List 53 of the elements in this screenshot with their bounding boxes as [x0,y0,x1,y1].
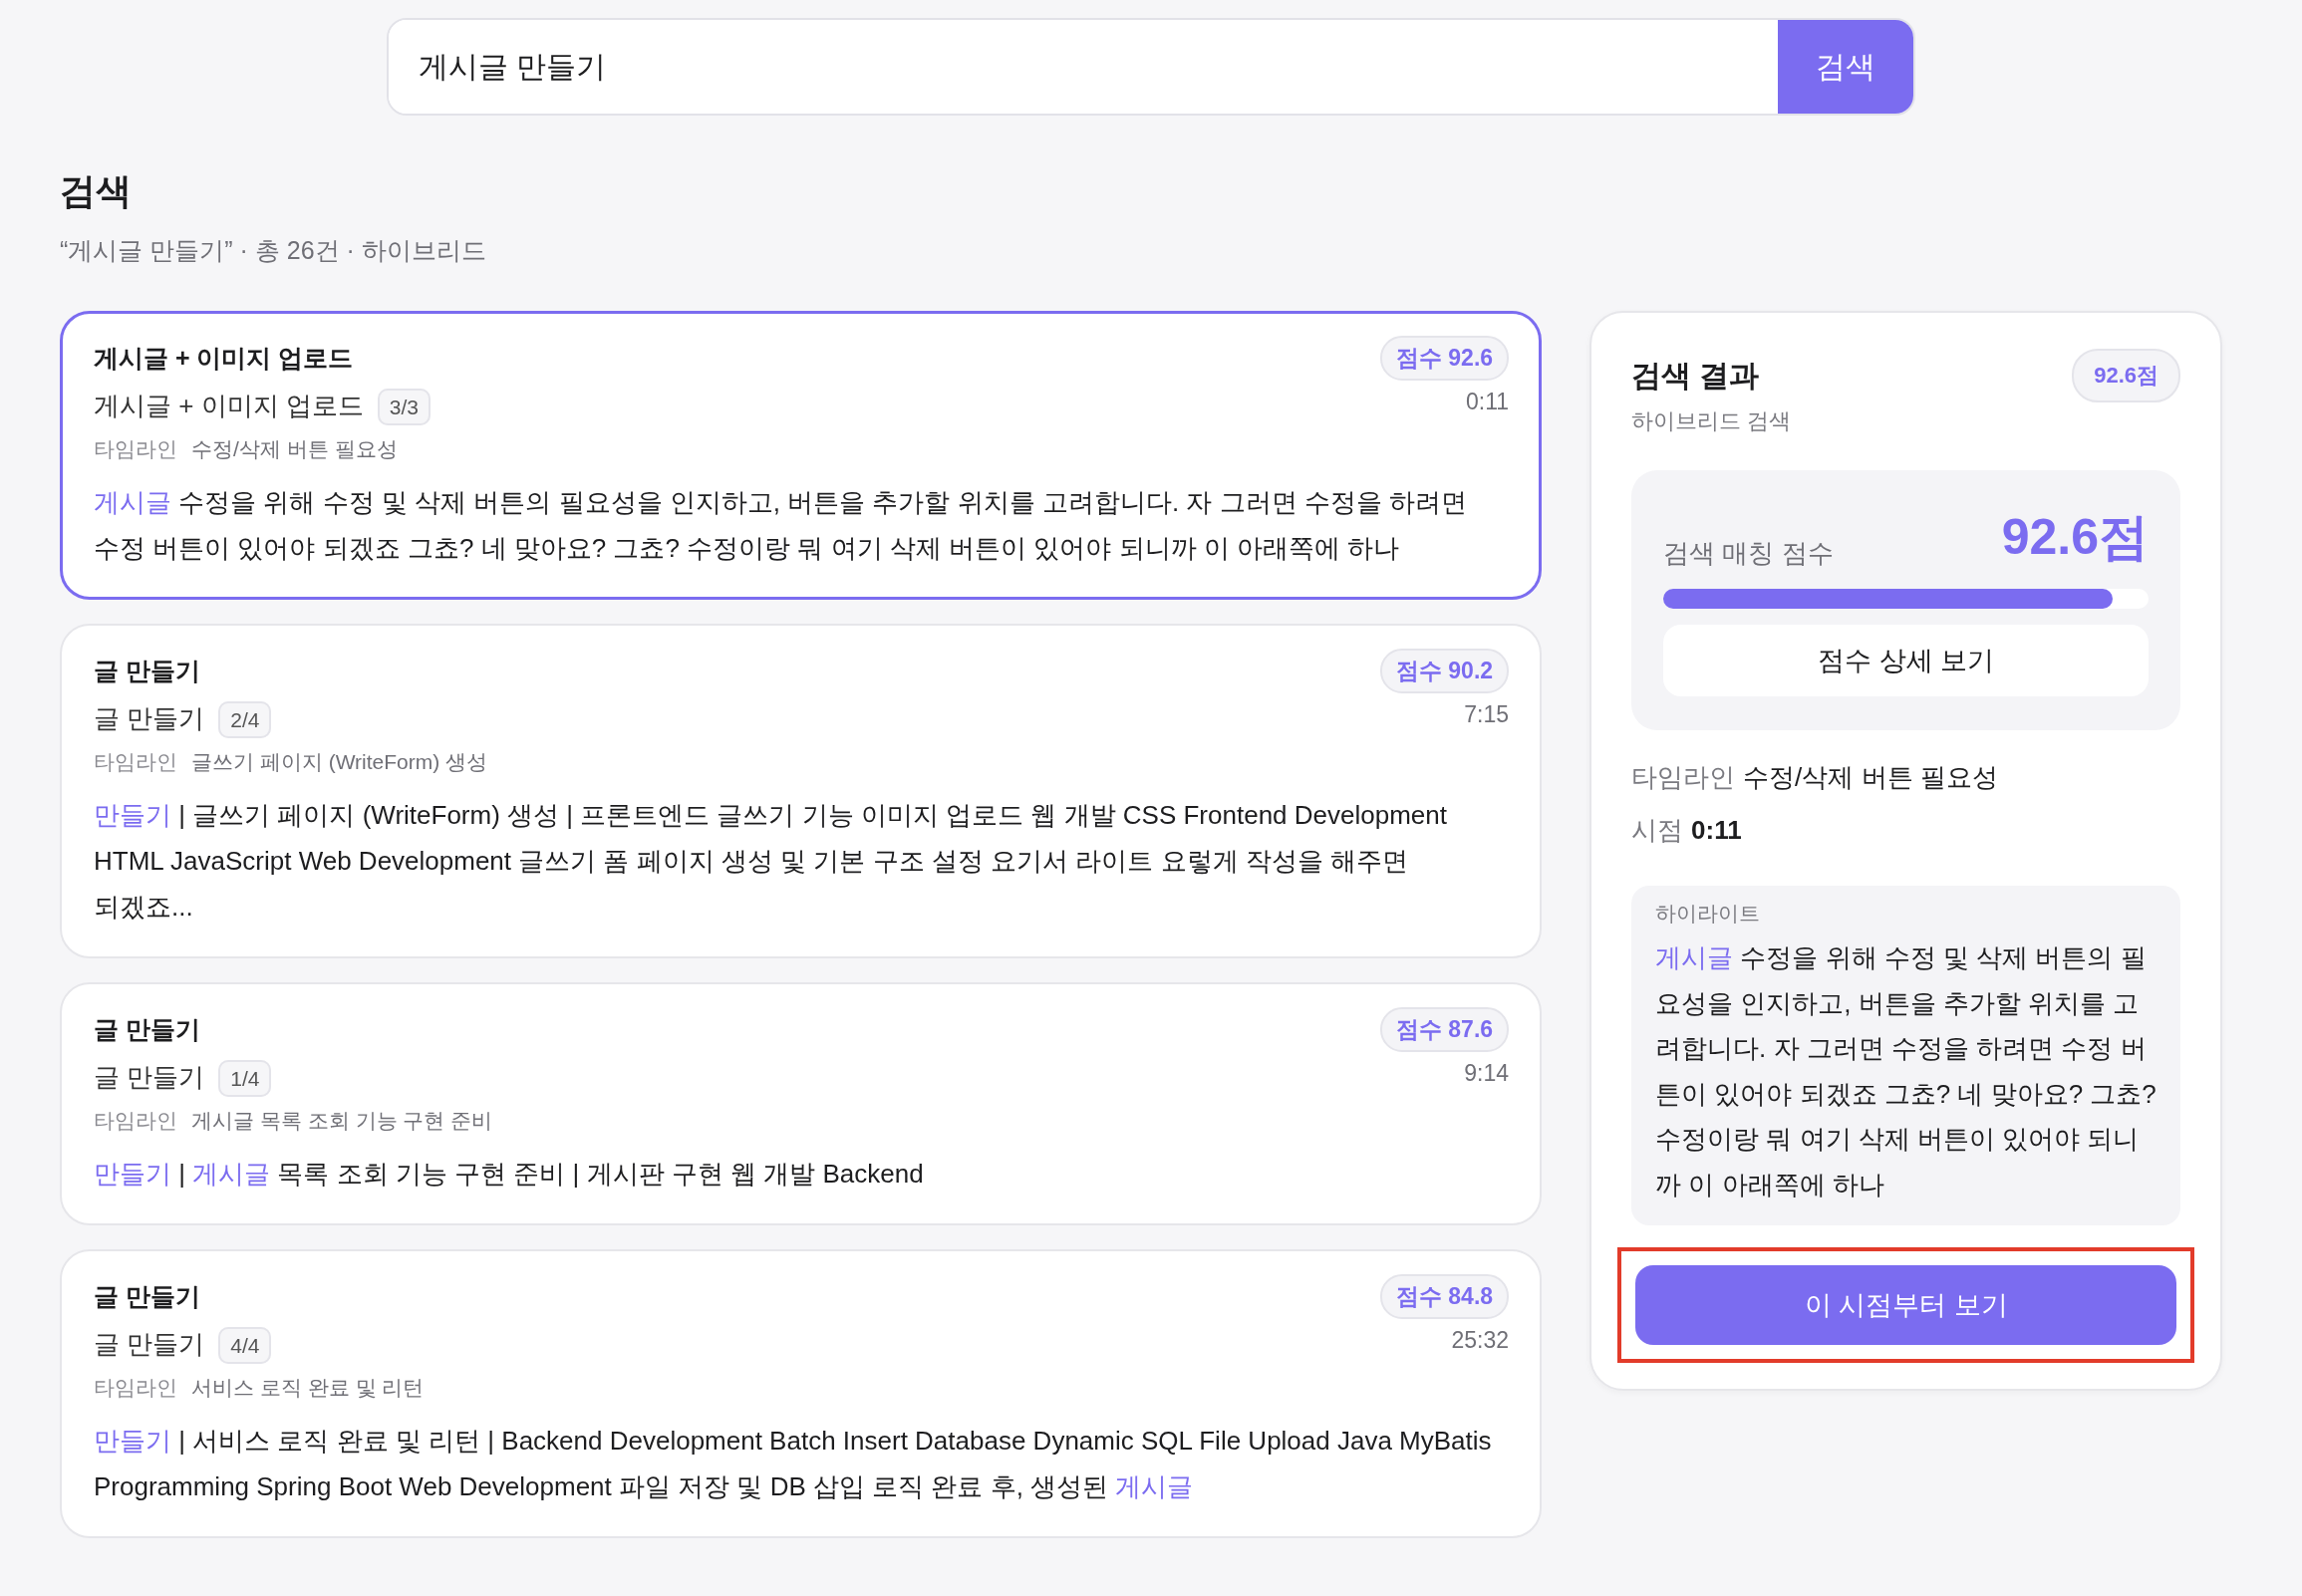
result-card[interactable] [60,1249,1543,1538]
result-card[interactable] [60,624,1543,958]
result-card[interactable]: 글 만들기 점수 87.6 글 만들기 1/4 9:14 타임라인 게시글 목록 조회 기능 구현 준비 만들기 | 게시글 목록 조회 기능 구현 준비 | 게시판 구현 웹 개발 Backend [60,982,1543,1225]
score-badge: 점수 84.8 [1379,1274,1510,1319]
highlight-text: 게시글 수정을 위해 수정 및 삭제 버튼의 필요성을 인지하고, 버튼을 추가할 위치를 고려합니다. 자 그러면 수정을 하려면 수정 버튼이 있어야 되겠죠 그쵸? 네 맞아요? 그쵸? 수정이랑 뭐 여기 삭제 버튼이 있어야 되니까 이 아래쪽에 하나 [1655,941,2157,1201]
result-snippet: 만들기 | 글쓰기 페이지 (WriteForm) 생성 | 프론트엔드 글쓰기 기능 이미지 업로드 웹 개발 CSS Frontend Development HTML JavaScript Web Development 글쓰기 폼 페이지 생성 및 기본 구조 설정 요기서 라이트 요렇게 작성을 해주면 되겠죠... [94,799,1448,924]
timeline-label: 타임라인 [94,1108,177,1134]
highlight-label: 하이라이트 [1655,901,1762,927]
result-subtitle: 글 만들기 [94,1329,205,1359]
search-field[interactable]: 게시글 만들기 검색 [387,18,1915,116]
timestamp: 7:15 [1464,701,1510,728]
result-title: 글 만들기 [94,656,200,686]
part-badge: 1/4 [218,1060,272,1097]
time-label: 시점 [1631,815,1684,845]
timestamp: 0:11 [1466,389,1510,415]
result-snippet: 만들기 | 서비스 로직 완료 및 리턴 | Backend Development Batch Insert Database Dynamic SQL File Upload Java MyBatis Programming Spring Boot Web Development 파일 저장 및 DB 삽입 로직 완료 후, 생성된 게시글 [94,1425,1493,1503]
result-subtitle: 게시글 + 이미지 업로드 [94,391,364,420]
timeline-label: 타임라인 [94,749,177,775]
score-label: 검색 매칭 점수 [1663,537,1834,570]
timeline-text: 수정/삭제 버튼 필요성 [191,436,398,462]
result-title: 글 만들기 [94,1014,200,1045]
panel-title: 검색 결과 [1631,357,1760,394]
timeline-text: 글쓰기 페이지 (WriteForm) 생성 [191,749,488,775]
score-badge: 점수 90.2 [1379,649,1510,693]
result-subtitle: 글 만들기 [94,1062,205,1092]
part-badge: 2/4 [218,701,272,738]
score-value: 92.6점 [2001,508,2149,567]
timestamp: 25:32 [1451,1327,1510,1354]
result-subtitle: 글 만들기 [94,703,205,733]
score-badge: 점수 87.6 [1379,1007,1510,1052]
result-title: 글 만들기 [94,1281,200,1312]
timeline-text: 수정/삭제 버튼 필요성 [1743,762,1998,792]
page-title: 검색 [60,169,133,213]
score-badge: 92.6점 [2072,349,2180,402]
result-snippet: 만들기 | 게시글 목록 조회 기능 구현 준비 | 게시판 구현 웹 개발 Backend [94,1158,925,1191]
result-title: 게시글 + 이미지 업로드 [94,343,354,374]
score-badge: 점수 92.6 [1379,336,1510,381]
timeline-label: 타임라인 [94,436,177,462]
time-value: 0:11 [1691,815,1742,845]
result-snippet: 게시글 수정을 위해 수정 및 삭제 버튼의 필요성을 인지하고, 버튼을 추가할 위치를 고려합니다. 자 그러면 수정을 하려면 수정 버튼이 있어야 되겠죠 그쵸? 네 맞아요? 그쵸? 수정이랑 뭐 여기 삭제 버튼이 있어야 되니까 이 아래쪽에 하나 [94,486,1469,565]
timeline-text: 서비스 로직 완료 및 리턴 [191,1375,425,1401]
part-badge: 4/4 [218,1327,272,1364]
result-card[interactable]: 게시글 + 이미지 업로드 점수 92.6 게시글 + 이미지 업로드 3/3 0:11 타임라인 수정/삭제 버튼 필요성 게시글 수정을 위해 수정 및 삭제 버튼의 필요성을 인지하고, 버튼을 추가할 위치를 고려합니다. 자 그러면 수정을 하려면 수정 버튼이 있어야 되겠죠 그쵸? 네 맞아요? 그쵸? 수정이랑 뭐 여기 삭제 버튼이 있어야 되니까 이 아래쪽에 하나 [60,311,1543,600]
search-summary: “게시글 만들기” · 총 26건 · 하이브리드 [60,235,487,266]
part-badge: 3/3 [377,389,432,425]
timestamp: 9:14 [1464,1060,1510,1087]
timeline-text: 게시글 목록 조회 기능 구현 준비 [191,1108,493,1134]
score-detail-button[interactable]: 점수 상세 보기 [1663,625,2149,696]
timeline-label: 타임라인 [94,1375,177,1401]
play-from-here-button[interactable]: 이 시점부터 보기 [1635,1265,2176,1345]
timeline-label: 타임라인 [1631,762,1736,792]
search-button[interactable]: 검색 [1778,20,1913,114]
panel-subtitle: 하이브리드 검색 [1631,407,1793,435]
